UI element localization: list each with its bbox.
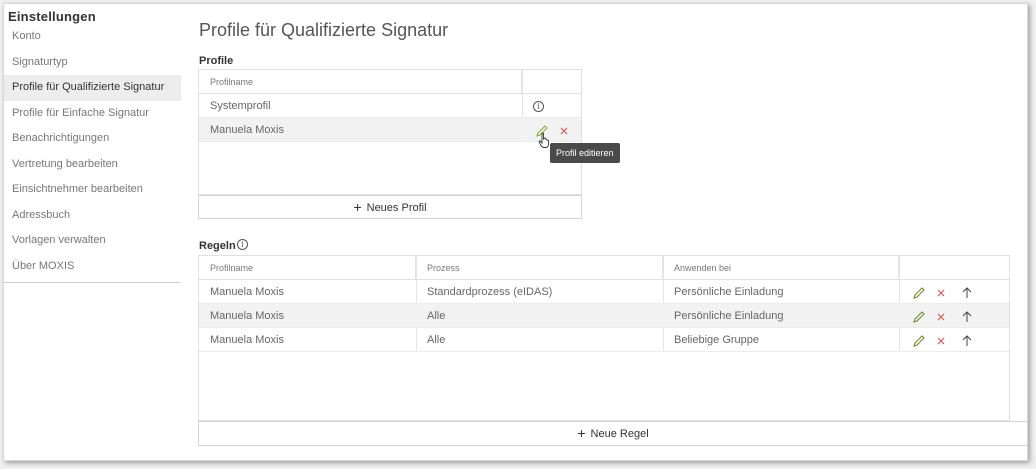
table-row[interactable]: Manuela Moxis Alle Persönliche Einladung (199, 304, 1009, 328)
rule-profile: Manuela Moxis (210, 286, 284, 298)
table-row[interactable]: Manuela Moxis Alle Beliebige Gruppe (199, 328, 1009, 352)
info-icon[interactable]: i (237, 239, 248, 250)
rule-apply: Beliebige Gruppe (674, 334, 760, 346)
profiles-table-header: Profilname (199, 70, 581, 94)
arrow-up-icon[interactable] (960, 310, 974, 324)
rule-profile: Manuela Moxis (210, 334, 284, 346)
close-icon[interactable] (934, 286, 948, 300)
sidebar-item-substitution[interactable]: Vertretung bearbeiten (4, 152, 181, 178)
sidebar-item-addressbook[interactable]: Adressbuch (4, 203, 181, 229)
column-header-anwenden-bei: Anwenden bei (663, 256, 899, 280)
sidebar-item-qualified-profiles[interactable]: Profile für Qualifizierte Signatur (4, 75, 181, 101)
rule-profile: Manuela Moxis (210, 310, 284, 322)
rule-process: Alle (427, 310, 446, 322)
rules-table-header: Profilname Prozess Anwenden bei (199, 256, 1009, 280)
sidebar-item-notifications[interactable]: Benachrichtigungen (4, 126, 181, 152)
sidebar-item-viewers[interactable]: Einsichtnehmer bearbeiten (4, 177, 181, 203)
sidebar-item-konto[interactable]: Konto (4, 24, 181, 50)
info-icon[interactable]: i (533, 101, 544, 112)
arrow-up-icon[interactable] (960, 334, 974, 348)
rule-process: Alle (427, 334, 446, 346)
close-icon[interactable] (934, 334, 948, 348)
sidebar-item-signaturtyp[interactable]: Signaturtyp (4, 50, 181, 76)
pencil-icon[interactable] (912, 310, 926, 324)
new-rule-label: Neue Regel (590, 428, 649, 440)
plus-icon: + (353, 199, 362, 215)
column-header-prozess: Prozess (416, 256, 663, 280)
sidebar-divider (4, 282, 181, 283)
profiles-table: Profilname Systemprofil i Manuela Moxis (198, 69, 582, 195)
rule-process: Standardprozess (eIDAS) (427, 286, 553, 298)
rule-apply: Persönliche Einladung (674, 310, 784, 322)
rule-apply: Persönliche Einladung (674, 286, 784, 298)
new-rule-button[interactable]: + Neue Regel (198, 421, 1028, 446)
arrow-up-icon[interactable] (960, 286, 974, 300)
sidebar-item-simple-profiles[interactable]: Profile für Einfache Signatur (4, 101, 181, 127)
tooltip-edit-profile: Profil editieren (550, 143, 620, 163)
new-profile-label: Neues Profil (366, 202, 427, 214)
pencil-icon[interactable] (912, 286, 926, 300)
new-profile-button[interactable]: + Neues Profil (198, 195, 582, 219)
plus-icon: + (577, 425, 586, 441)
pencil-icon[interactable] (912, 334, 926, 348)
table-row[interactable]: Manuela Moxis (199, 118, 581, 142)
sidebar-item-templates[interactable]: Vorlagen verwalten (4, 228, 181, 254)
profile-name: Systemprofil (210, 100, 271, 112)
rules-table: Profilname Prozess Anwenden bei Manuela … (198, 255, 1010, 421)
close-icon[interactable] (934, 310, 948, 324)
app-window: Einstellungen Konto Signaturtyp Profile … (3, 3, 1028, 461)
rules-section-title: Regeln (199, 240, 236, 252)
column-header-profilname: Profilname (199, 256, 416, 280)
column-header-profilname: Profilname (199, 70, 522, 94)
sidebar-nav: Konto Signaturtyp Profile für Qualifizie… (4, 24, 181, 279)
profiles-section-title: Profile (199, 55, 234, 67)
page-title: Profile für Qualifizierte Signatur (199, 20, 449, 40)
close-icon[interactable] (557, 124, 571, 138)
sidebar-item-about[interactable]: Über MOXIS (4, 254, 181, 280)
profile-name: Manuela Moxis (210, 124, 284, 136)
table-row[interactable]: Manuela Moxis Standardprozess (eIDAS) Pe… (199, 280, 1009, 304)
sidebar-title: Einstellungen (8, 9, 96, 24)
table-row[interactable]: Systemprofil i (199, 94, 581, 118)
